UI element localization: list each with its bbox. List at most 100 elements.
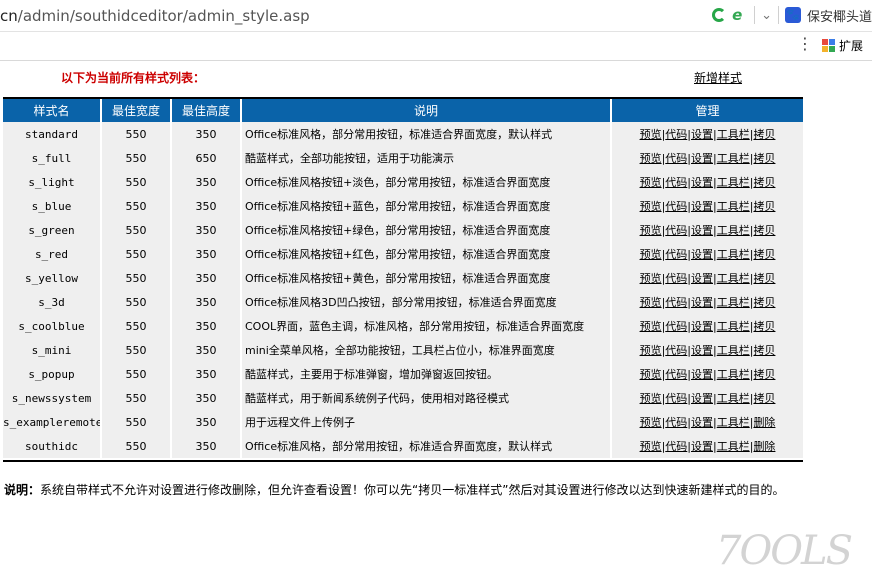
- chevron-down-icon[interactable]: ⌄: [761, 8, 772, 23]
- table-row: s_popup 550 350 酷蓝样式，主要用于标准弹窗，增加弹窗返回按钮。 预览|代…: [3, 362, 803, 386]
- copy-link[interactable]: 拷贝: [753, 128, 775, 141]
- settings-link[interactable]: 设置: [691, 272, 713, 285]
- copy-link[interactable]: 拷贝: [753, 224, 775, 237]
- url-proto: cn: [0, 7, 18, 25]
- preview-link[interactable]: 预览: [640, 440, 662, 453]
- code-link[interactable]: 代码: [665, 200, 687, 213]
- toolbar-link[interactable]: 工具栏: [717, 272, 750, 285]
- code-link[interactable]: 代码: [665, 440, 687, 453]
- cell-actions: 预览|代码|设置|工具栏|拷贝: [611, 242, 803, 266]
- cell-actions: 预览|代码|设置|工具栏|拷贝: [611, 146, 803, 170]
- table-row: s_full 550 650 酷蓝样式，全部功能按钮，适用于功能演示 预览|代码|设置|…: [3, 146, 803, 170]
- cell-height: 350: [171, 434, 242, 458]
- divider: [754, 6, 756, 24]
- preview-link[interactable]: 预览: [640, 248, 662, 261]
- toolbar-link[interactable]: 工具栏: [717, 416, 750, 429]
- reload-icon[interactable]: [712, 8, 727, 22]
- toolbar-link[interactable]: 工具栏: [717, 440, 750, 453]
- settings-link[interactable]: 设置: [691, 368, 713, 381]
- toolbar-link[interactable]: 工具栏: [717, 176, 750, 189]
- copy-link[interactable]: 拷贝: [753, 200, 775, 213]
- add-style-link[interactable]: 新增样式: [694, 69, 742, 86]
- code-link[interactable]: 代码: [665, 416, 687, 429]
- cell-description: 酷蓝样式，主要用于标准弹窗，增加弹窗返回按钮。: [241, 362, 612, 386]
- settings-link[interactable]: 设置: [691, 320, 713, 333]
- settings-link[interactable]: 设置: [691, 128, 713, 141]
- preview-link[interactable]: 预览: [640, 128, 662, 141]
- delete-link[interactable]: 删除: [753, 440, 775, 453]
- preview-link[interactable]: 预览: [640, 272, 662, 285]
- cell-height: 350: [171, 242, 242, 266]
- table-row: s_green 550 350 Office标准风格按钮+绿色，部分常用按钮，标准适合…: [3, 218, 803, 242]
- toolbar-link[interactable]: 工具栏: [717, 248, 750, 261]
- copy-link[interactable]: 拷贝: [753, 392, 775, 405]
- more-vertical-icon[interactable]: ⋮: [797, 36, 813, 52]
- toolbar-link[interactable]: 工具栏: [717, 392, 750, 405]
- search-suggestion[interactable]: 保安椰头道: [807, 6, 872, 25]
- copy-link[interactable]: 拷贝: [753, 176, 775, 189]
- code-link[interactable]: 代码: [665, 152, 687, 165]
- ie-compat-icon[interactable]: e: [732, 7, 748, 23]
- preview-link[interactable]: 预览: [640, 296, 662, 309]
- settings-link[interactable]: 设置: [691, 200, 713, 213]
- cell-width: 550: [101, 386, 172, 410]
- preview-link[interactable]: 预览: [640, 416, 662, 429]
- toolbar-link[interactable]: 工具栏: [717, 128, 750, 141]
- toolbar-link[interactable]: 工具栏: [717, 224, 750, 237]
- copy-link[interactable]: 拷贝: [753, 344, 775, 357]
- copy-link[interactable]: 拷贝: [753, 272, 775, 285]
- settings-link[interactable]: 设置: [691, 344, 713, 357]
- settings-link[interactable]: 设置: [691, 416, 713, 429]
- toolbar-link[interactable]: 工具栏: [717, 344, 750, 357]
- table-row: s_yellow 550 350 Office标准风格按钮+黄色，部分常用按钮，标准适…: [3, 266, 803, 290]
- settings-link[interactable]: 设置: [691, 392, 713, 405]
- toolbar-link[interactable]: 工具栏: [717, 368, 750, 381]
- preview-link[interactable]: 预览: [640, 176, 662, 189]
- toolbar-link[interactable]: 工具栏: [717, 152, 750, 165]
- preview-link[interactable]: 预览: [640, 224, 662, 237]
- table-row: s_3d 550 350 Office标准风格3D凹凸按钮，部分常用按钮，标准适合界面…: [3, 290, 803, 314]
- col-header-width: 最佳宽度: [101, 99, 172, 122]
- cell-actions: 预览|代码|设置|工具栏|拷贝: [611, 170, 803, 194]
- delete-link[interactable]: 删除: [753, 416, 775, 429]
- copy-link[interactable]: 拷贝: [753, 320, 775, 333]
- settings-link[interactable]: 设置: [691, 176, 713, 189]
- settings-link[interactable]: 设置: [691, 224, 713, 237]
- cell-description: Office标准风格3D凹凸按钮，部分常用按钮，标准适合界面宽度: [241, 290, 612, 314]
- settings-link[interactable]: 设置: [691, 152, 713, 165]
- baidu-search-icon[interactable]: 🐾: [784, 7, 801, 23]
- code-link[interactable]: 代码: [665, 392, 687, 405]
- preview-link[interactable]: 预览: [640, 344, 662, 357]
- code-link[interactable]: 代码: [665, 224, 687, 237]
- toolbar-link[interactable]: 工具栏: [717, 200, 750, 213]
- toolbar-link[interactable]: 工具栏: [717, 320, 750, 333]
- code-link[interactable]: 代码: [665, 344, 687, 357]
- code-link[interactable]: 代码: [665, 128, 687, 141]
- copy-link[interactable]: 拷贝: [753, 368, 775, 381]
- extensions-button[interactable]: 扩展: [822, 37, 863, 54]
- preview-link[interactable]: 预览: [640, 152, 662, 165]
- preview-link[interactable]: 预览: [640, 392, 662, 405]
- preview-link[interactable]: 预览: [640, 200, 662, 213]
- settings-link[interactable]: 设置: [691, 296, 713, 309]
- settings-link[interactable]: 设置: [691, 440, 713, 453]
- cell-actions: 预览|代码|设置|工具栏|删除: [611, 434, 803, 458]
- code-link[interactable]: 代码: [665, 248, 687, 261]
- code-link[interactable]: 代码: [665, 296, 687, 309]
- code-link[interactable]: 代码: [665, 320, 687, 333]
- copy-link[interactable]: 拷贝: [753, 248, 775, 261]
- url-text[interactable]: cn/admin/southidceditor/admin_style.asp: [0, 7, 310, 25]
- toolbar-link[interactable]: 工具栏: [717, 296, 750, 309]
- copy-link[interactable]: 拷贝: [753, 152, 775, 165]
- settings-link[interactable]: 设置: [691, 248, 713, 261]
- code-link[interactable]: 代码: [665, 272, 687, 285]
- code-link[interactable]: 代码: [665, 176, 687, 189]
- preview-link[interactable]: 预览: [640, 368, 662, 381]
- preview-link[interactable]: 预览: [640, 320, 662, 333]
- code-link[interactable]: 代码: [665, 368, 687, 381]
- copy-link[interactable]: 拷贝: [753, 296, 775, 309]
- cell-width: 550: [101, 194, 172, 218]
- address-bar[interactable]: cn/admin/southidceditor/admin_style.asp …: [0, 0, 872, 32]
- extensions-icon: [822, 38, 836, 53]
- table-header-row: 样式名 最佳宽度 最佳高度 说明 管理: [3, 99, 803, 122]
